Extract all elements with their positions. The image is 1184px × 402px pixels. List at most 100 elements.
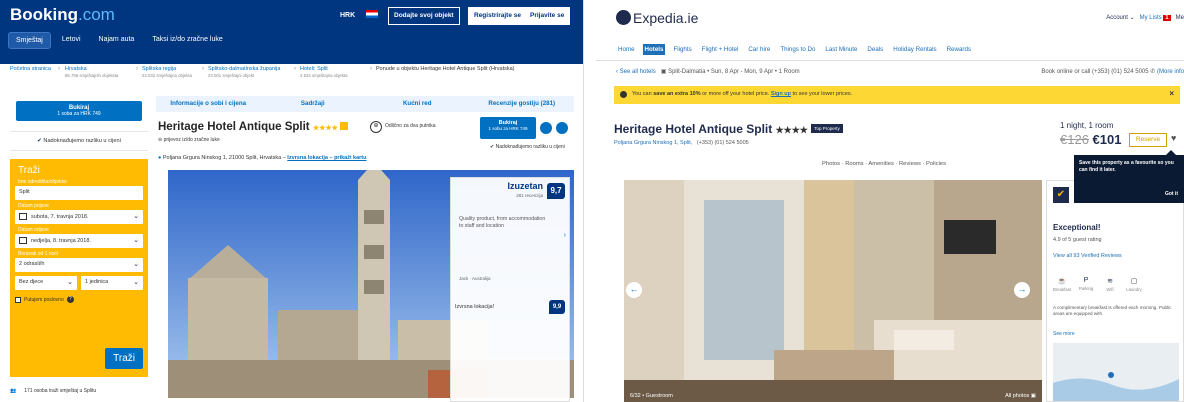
top-property-badge: Top Property [811,124,843,133]
price-match-note-right: ✔ Nadoknađujemo razliku u cijeni [490,144,565,150]
help-icon: ? [66,296,74,303]
business-travel-checkbox[interactable]: Putujem poslovno? [15,296,143,303]
amenity-parking: P Parking [1078,277,1094,291]
nav-hotels[interactable]: Hotels [642,44,666,55]
breadcrumb-region[interactable]: Splitska regija 23.032 smještajna objekta [142,66,192,78]
tab-reviews[interactable]: Recenzije gostiju (281) [470,96,575,112]
sign-in-button[interactable]: Prijavite se [524,7,571,25]
adults-select[interactable]: 2 odrasli/h ⌄ [15,258,143,272]
destination-input[interactable]: Split [15,186,143,200]
hotel-address: ● Poljana Grgura Ninskog 1, 21000 Split,… [158,155,367,161]
hotel-address-expedia: Poljana Grgura Ninskog 1, Split, (+353) … [614,140,749,146]
badge-check-icon: ✔ [1053,187,1069,203]
building-icon: ▣ [660,69,667,75]
rooms-select[interactable]: 1 jedinica ⌄ [81,276,143,290]
expedia-nav: Home Hotels Flights Flight + Hotel Car h… [616,44,973,55]
list-property-button[interactable]: Dodajte svoj objekt [388,7,460,25]
see-more-link[interactable]: See more [1053,331,1075,337]
breadcrumb-county[interactable]: Splitsko-dalmatinska županija 23.001 smje… [208,66,280,78]
couples-icon: ⊕ [370,121,382,133]
breadcrumb: Početna stranica › Hrvatska 86.758 smješt… [10,66,515,78]
score-badge: 9,7 [547,183,565,199]
hotel-title-expedia: Heritage Hotel Antique Split ★★★★ Top Pr… [614,122,843,136]
location-score-badge: 9,9 [549,300,565,314]
breadcrumb-current: Ponude u objektu Heritage Hotel Antique … [376,66,515,72]
tab-rooms-prices[interactable]: Informacije o sobi i cijena [156,96,261,112]
chevron-down-icon: ⌄ [133,279,139,286]
expedia-panel: Expedia.ie Account ⌄ My Lists 1 Me Home … [596,0,1184,402]
checkout-date-field[interactable]: nedjelja, 8. travnja 2018. ⌄ [15,234,143,248]
nav-things-to-do[interactable]: Things to Do [778,44,817,55]
rating-card: ✔ Exceptional! 4.9 of 5 guest rating Vie… [1046,180,1184,402]
nav-car-hire[interactable]: Car hire [746,44,772,55]
nav-deals[interactable]: Deals [865,44,885,55]
hotel-photo-expedia[interactable]: ← → 6/32 • Guestroom All photos ▣ [624,180,1042,402]
favourite-heart-icon[interactable]: ♥ [1171,133,1176,143]
chevron-down-icon: ⌄ [133,237,139,244]
sidebar-book-button[interactable]: Bukiraj 1 soba za HRK 749 [16,101,142,121]
currency-selector[interactable]: HRK [340,12,355,19]
booking-sidebar: Bukiraj 1 soba za HRK 749 ✔ Nadoknađujemo… [10,96,148,377]
register-button[interactable]: Registrirajte se [468,7,527,25]
expedia-logo[interactable]: Expedia.ie [616,10,698,26]
section-tabs[interactable]: Photos · Rooms · Amenities · Reviews · P… [822,161,946,167]
calendar-icon [19,213,27,220]
breadcrumb-hotels-split[interactable]: Hoteli: Split 4.534 smještajna objekta [300,66,348,78]
language-flag-icon[interactable] [366,10,378,18]
price-match-note[interactable]: ✔ Nadoknađujemo razliku u cijeni [10,131,148,151]
photo-prev-arrow[interactable]: ← [626,282,642,298]
breadcrumb-home[interactable]: Početna stranica [10,66,51,72]
sign-up-link[interactable]: Sign up [771,91,791,97]
close-icon[interactable]: × [1169,89,1174,98]
share-icon[interactable] [556,122,568,134]
people-icon: 👥 [10,388,17,394]
search-box: Traži Ime odredišta/objekta: Split Datum… [10,159,148,377]
breakfast-icon: ☕ [1057,278,1067,285]
children-select[interactable]: Bez djece ⌄ [15,276,77,290]
guest-rating: 4.9 of 5 guest rating [1053,237,1102,243]
nav-flights[interactable]: Flights [671,44,693,55]
search-submit-button[interactable]: Traži [105,348,143,369]
chevron-down-icon: ⌄ [67,279,73,286]
view-reviews-link[interactable]: View all 93 Verified Reviews [1053,253,1122,259]
photo-next-arrow[interactable]: → [1014,282,1030,298]
photo-caption: 6/32 • Guestroom [630,393,673,399]
nav-home[interactable]: Home [616,44,637,55]
map-pin-icon: ● [158,155,162,161]
checkin-date-field[interactable]: subota, 7. travnja 2018. ⌄ [15,210,143,224]
nav-flights[interactable]: Letovi [55,32,88,49]
review-score-panel[interactable]: Izuzetan 281 recenzija 9,7 Quality produ… [450,177,570,402]
nav-stays[interactable]: Smještaj [8,32,51,49]
nav-holiday-rentals[interactable]: Holiday Rentals [891,44,938,55]
booking-panel: Booking.com HRK Dodajte svoj objekt Regi… [0,0,584,402]
amenities-row: ☕ Breakfast P Parking ≋ Wifi ▢ Laundry [1053,277,1143,292]
nav-rewards[interactable]: Rewards [945,44,973,55]
nav-last-minute[interactable]: Last Minute [823,44,859,55]
room-info: 1 night, 1 room [1060,121,1114,130]
heart-icon[interactable] [540,122,552,134]
review-quote: Quality product, from accommodation to s… [459,216,546,230]
chevron-down-icon: ⌄ [133,261,139,268]
laundry-icon: ▢ [1130,278,1138,285]
plane-icon [616,10,631,25]
search-title: Traži [18,165,40,176]
all-photos-button[interactable]: All photos ▣ [1005,393,1036,399]
header-book-button[interactable]: Bukiraj 1 sobu za HRK 749 [480,117,536,139]
reserve-button[interactable]: Reserve [1129,133,1167,147]
nav-airport-taxi[interactable]: Taksi iz/do zračne luke [145,32,229,49]
got-it-button[interactable]: Got it [1165,191,1178,198]
location-map-link[interactable]: Izvrsna lokacija – prikaži kartu [287,155,366,161]
booking-logo[interactable]: Booking.com [10,5,115,25]
tab-house-rules[interactable]: Kućni red [365,96,470,112]
nav-car-rental[interactable]: Najam auta [92,32,142,49]
account-menu[interactable]: Account ⌄ My Lists 1 Me [1106,14,1184,21]
nav-flight-hotel[interactable]: Flight + Hotel [700,44,741,55]
next-review-icon[interactable]: › [564,232,566,239]
amenity-laundry: ▢ Laundry [1126,278,1142,292]
breadcrumb-croatia[interactable]: Hrvatska 86.758 smještajnih objekata [65,66,118,78]
stars: ★★★★ [312,125,338,132]
tab-facilities[interactable]: Sadržaji [261,96,366,112]
mini-map[interactable] [1053,343,1179,401]
see-all-hotels-link[interactable]: ‹ See all hotels [616,69,656,75]
price: €126 €101 [1060,132,1122,147]
